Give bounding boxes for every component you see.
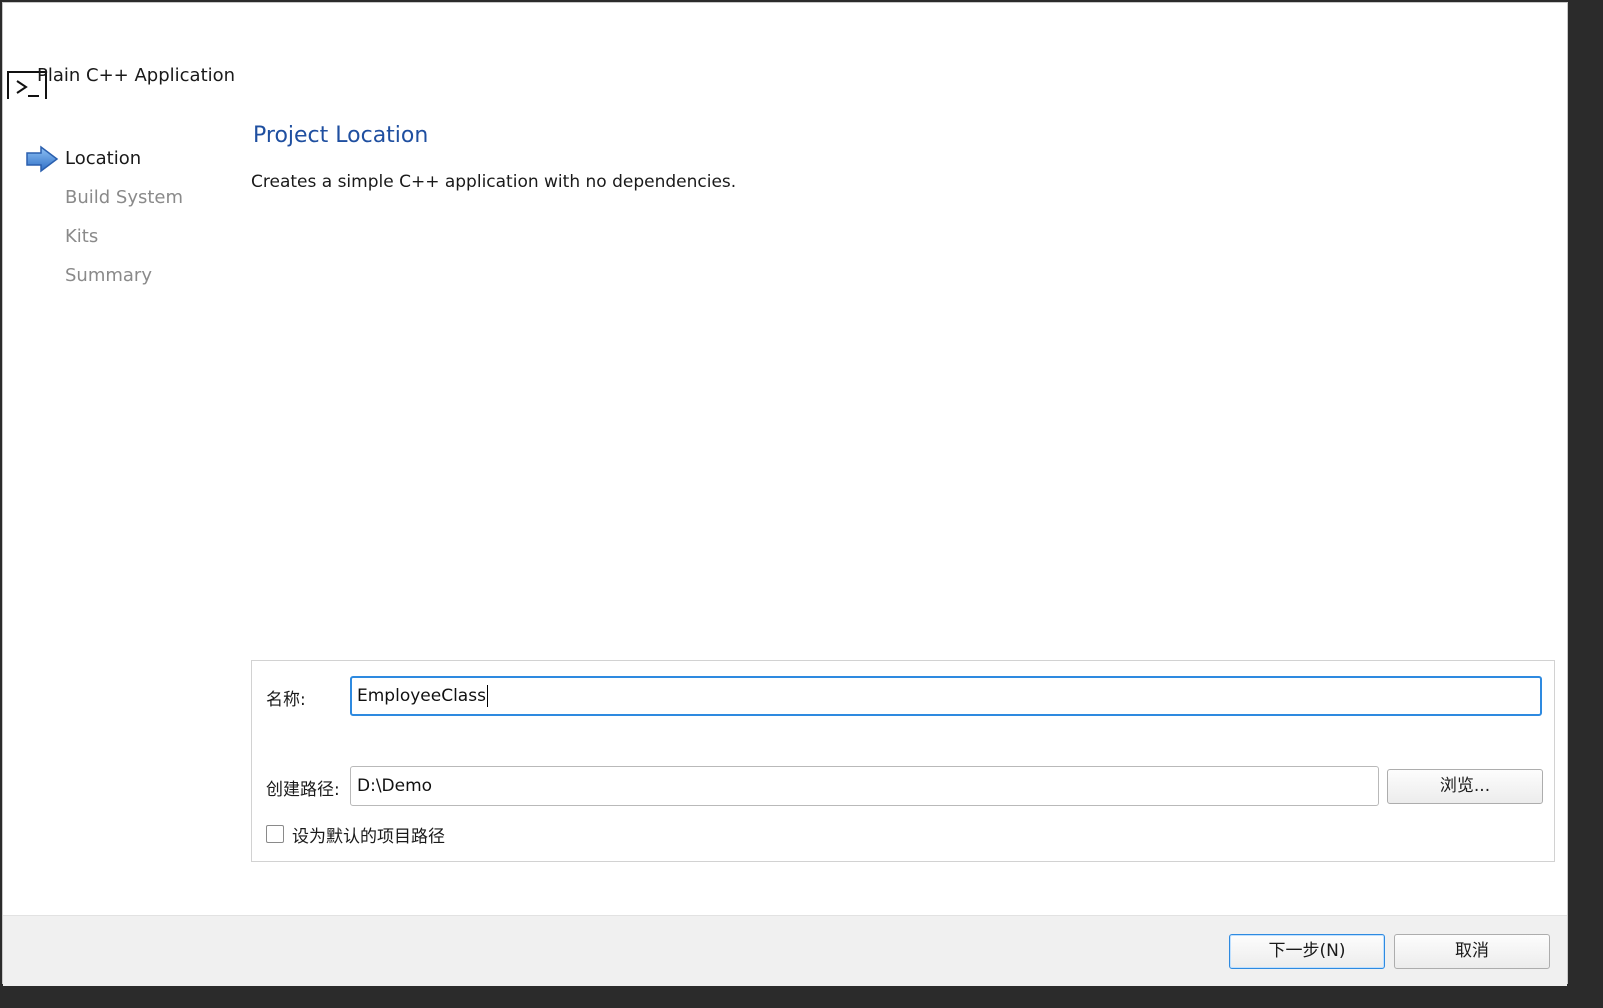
step-summary: Summary [65,265,152,286]
path-input[interactable]: D:\Demo [350,766,1379,806]
name-input-value: EmployeeClass [357,686,486,706]
text-caret [486,685,488,707]
name-input[interactable]: EmployeeClass [350,676,1542,716]
location-form: 名称: EmployeeClass 创建路径: D:\Demo 浏览... 设为… [251,660,1555,862]
dialog-footer: 下一步(N) 取消 [3,915,1567,986]
name-label: 名称: [266,690,306,710]
cancel-button[interactable]: 取消 [1394,934,1550,969]
path-label: 创建路径: [266,780,340,800]
current-step-arrow-icon [26,145,59,173]
default-path-label: 设为默认的项目路径 [292,827,445,847]
path-input-value: D:\Demo [357,776,433,796]
step-location: Location [65,148,142,169]
step-kits: Kits [65,226,99,247]
step-build-system: Build System [65,187,184,208]
app-title: Plain C++ Application [37,65,236,86]
next-button[interactable]: 下一步(N) [1229,934,1385,969]
page-title: Project Location [253,123,429,148]
wizard-window: Plain C++ Application Location Build Sys… [2,2,1568,986]
default-path-checkbox[interactable] [266,825,284,843]
page-description: Creates a simple C++ application with no… [251,172,737,192]
browse-button[interactable]: 浏览... [1387,769,1543,804]
